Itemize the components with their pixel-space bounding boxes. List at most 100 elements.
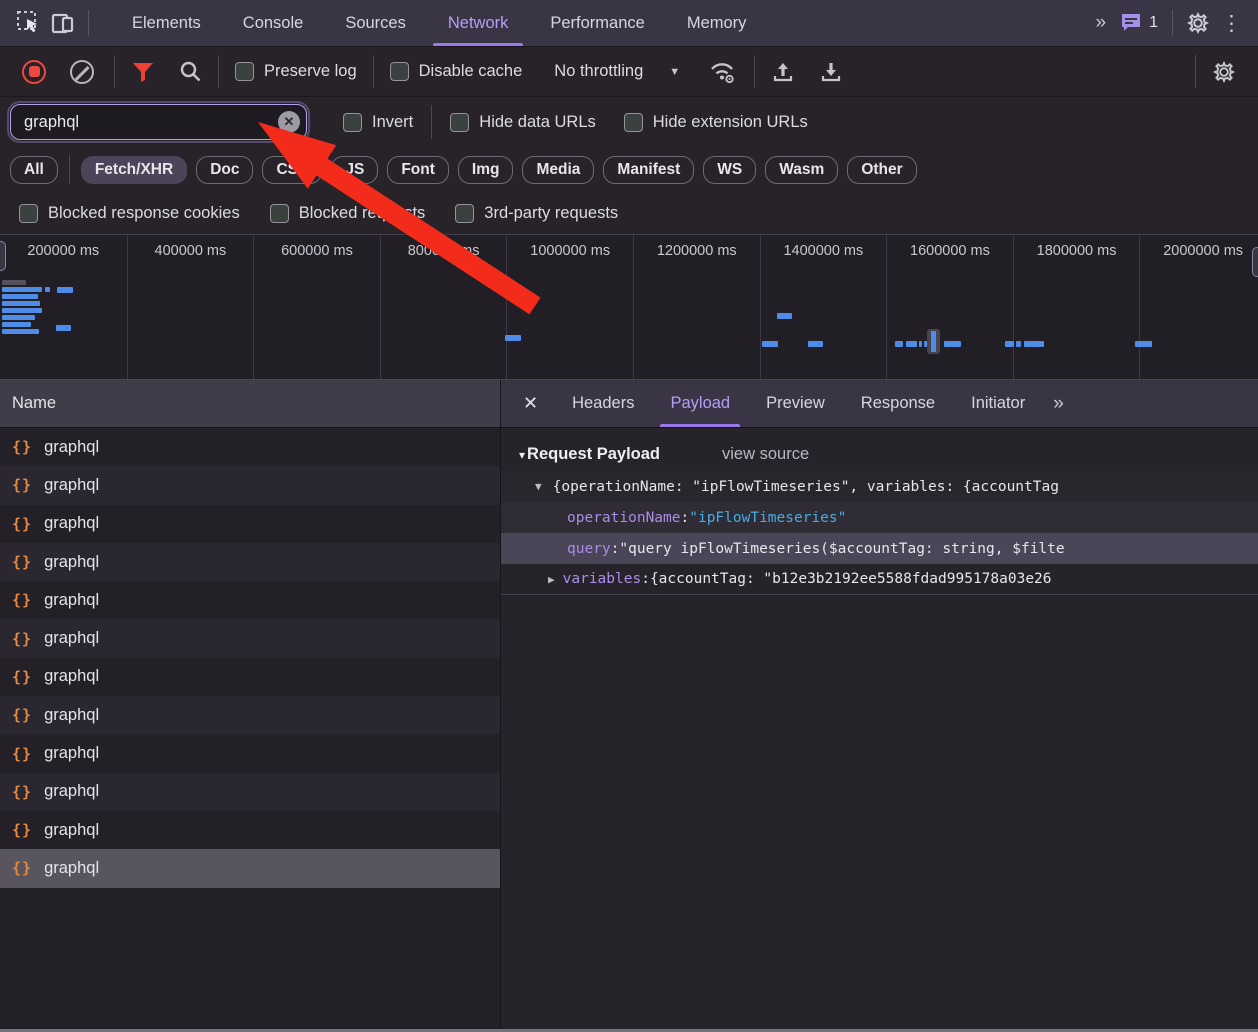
timeline-segment[interactable]: 800000 ms: [380, 235, 507, 379]
tab-elements[interactable]: Elements: [111, 0, 222, 46]
request-row[interactable]: {}graphql: [0, 505, 500, 543]
network-activity-bar: [919, 341, 922, 347]
clear-filter-icon[interactable]: ✕: [278, 111, 300, 133]
timeline-segment[interactable]: 1800000 ms: [1013, 235, 1140, 379]
inspect-element-icon[interactable]: [12, 6, 46, 40]
payload-row-operationname[interactable]: operationName: "ipFlowTimeseries": [501, 502, 1258, 533]
tab-console[interactable]: Console: [222, 0, 325, 46]
timeline-segment[interactable]: 1600000 ms: [886, 235, 1013, 379]
checkbox[interactable]: [19, 204, 38, 223]
timeline-label: 800000 ms: [381, 243, 507, 259]
network-settings-gear-icon[interactable]: [1200, 60, 1248, 84]
filter-chip-ws[interactable]: WS: [703, 156, 756, 184]
tab-performance[interactable]: Performance: [529, 0, 665, 46]
request-row[interactable]: {}graphql: [0, 658, 500, 696]
clear-network-log-button[interactable]: [70, 60, 94, 84]
payload-summary-row[interactable]: ▼ {operationName: "ipFlowTimeseries", va…: [501, 471, 1258, 502]
more-detail-tabs-icon[interactable]: »: [1043, 380, 1072, 427]
tab-sources[interactable]: Sources: [324, 0, 427, 46]
detail-tab-headers[interactable]: Headers: [554, 380, 652, 427]
tab-memory[interactable]: Memory: [666, 0, 768, 46]
checkbox[interactable]: [390, 62, 409, 81]
record-network-log-button[interactable]: [22, 60, 46, 84]
filter-chip-doc[interactable]: Doc: [196, 156, 253, 184]
import-har-icon[interactable]: [759, 60, 807, 84]
detail-tab-preview[interactable]: Preview: [748, 380, 843, 427]
hide-extension-urls-checkbox[interactable]: Hide extension URLs: [610, 113, 822, 132]
request-row[interactable]: {}graphql: [0, 773, 500, 811]
settings-gear-icon[interactable]: [1181, 6, 1215, 40]
filter-input[interactable]: [10, 104, 307, 140]
timeline-segment[interactable]: 200000 ms: [0, 235, 127, 379]
payload-row-query[interactable]: query: "query ipFlowTimeseries($accountT…: [501, 533, 1258, 564]
export-har-icon[interactable]: [807, 60, 855, 84]
request-row[interactable]: {}graphql: [0, 543, 500, 581]
checkbox[interactable]: [343, 113, 362, 132]
expander-open-icon[interactable]: ▼: [535, 480, 542, 493]
timeline-segment[interactable]: 1400000 ms: [760, 235, 887, 379]
close-detail-icon[interactable]: ✕: [507, 380, 554, 427]
invert-checkbox[interactable]: Invert: [329, 113, 427, 132]
request-row[interactable]: {}graphql: [0, 581, 500, 619]
search-icon[interactable]: [167, 60, 214, 83]
request-row[interactable]: {}graphql: [0, 466, 500, 504]
filter-chip-all[interactable]: All: [10, 156, 58, 184]
checkbox[interactable]: [624, 113, 643, 132]
detail-tab-payload[interactable]: Payload: [652, 380, 748, 427]
request-row[interactable]: {}graphql: [0, 811, 500, 849]
checkbox[interactable]: [450, 113, 469, 132]
filter-chip-manifest[interactable]: Manifest: [603, 156, 694, 184]
detail-tab-response[interactable]: Response: [843, 380, 953, 427]
timeline-segment[interactable]: 1200000 ms: [633, 235, 760, 379]
json-icon: {}: [12, 706, 32, 724]
filter-chip-media[interactable]: Media: [522, 156, 594, 184]
request-payload-section[interactable]: ▾ Request Payload view source: [501, 438, 1258, 471]
request-row[interactable]: {}graphql: [0, 428, 500, 466]
filter-chip-other[interactable]: Other: [847, 156, 916, 184]
throttling-select[interactable]: No throttling ▼: [534, 62, 696, 81]
payload-row-variables[interactable]: ▶variables: {accountTag: "b12e3b2192ee55…: [501, 564, 1258, 595]
timeline-scroll-handle-right[interactable]: [1252, 247, 1258, 277]
network-conditions-icon[interactable]: [696, 60, 750, 84]
blocked-response-cookies-checkbox[interactable]: Blocked response cookies: [4, 204, 255, 223]
more-tabs-icon[interactable]: »: [1086, 12, 1115, 34]
timeline-segment[interactable]: 2000000 ms: [1139, 235, 1258, 379]
device-toolbar-icon[interactable]: [46, 6, 80, 40]
timeline-segment[interactable]: 1000000 ms: [506, 235, 633, 379]
filter-chip-font[interactable]: Font: [387, 156, 449, 184]
selected-request-marker[interactable]: [927, 329, 940, 354]
filter-chip-css[interactable]: CSS: [262, 156, 322, 184]
expander-closed-icon[interactable]: ▶: [548, 573, 555, 586]
request-row[interactable]: {}graphql: [0, 849, 500, 887]
name-column-header[interactable]: Name: [0, 380, 500, 428]
3rd-party-requests-checkbox[interactable]: 3rd-party requests: [440, 204, 633, 223]
kebab-menu-icon[interactable]: ⋮: [1215, 11, 1248, 36]
tab-network[interactable]: Network: [427, 0, 530, 46]
timeline-scroll-handle-left[interactable]: [0, 241, 6, 271]
divider: [1195, 55, 1196, 88]
console-messages-badge[interactable]: 1: [1120, 13, 1158, 33]
request-row[interactable]: {}graphql: [0, 619, 500, 657]
checkbox[interactable]: [235, 62, 254, 81]
preserve-log-checkbox[interactable]: Preserve log: [223, 62, 369, 81]
timeline-segment[interactable]: 400000 ms: [127, 235, 254, 379]
view-source-link[interactable]: view source: [722, 445, 809, 464]
filter-chip-img[interactable]: Img: [458, 156, 514, 184]
filter-chip-fetch-xhr[interactable]: Fetch/XHR: [81, 156, 187, 184]
filter-chip-js[interactable]: JS: [331, 156, 378, 184]
network-overview-timeline[interactable]: 200000 ms400000 ms600000 ms800000 ms1000…: [0, 235, 1258, 380]
filter-chip-wasm[interactable]: Wasm: [765, 156, 838, 184]
disable-cache-checkbox[interactable]: Disable cache: [378, 62, 535, 81]
checkbox[interactable]: [455, 204, 474, 223]
filter-funnel-icon[interactable]: [119, 61, 167, 83]
hide-data-urls-checkbox[interactable]: Hide data URLs: [436, 113, 609, 132]
json-icon: {}: [12, 553, 32, 571]
timeline-segment[interactable]: 600000 ms: [253, 235, 380, 379]
timeline-label: 1200000 ms: [634, 243, 760, 259]
collapse-triangle-icon[interactable]: ▾: [519, 448, 525, 462]
detail-tab-initiator[interactable]: Initiator: [953, 380, 1043, 427]
request-row[interactable]: {}graphql: [0, 734, 500, 772]
request-row[interactable]: {}graphql: [0, 696, 500, 734]
checkbox[interactable]: [270, 204, 289, 223]
blocked-requests-checkbox[interactable]: Blocked requests: [255, 204, 441, 223]
